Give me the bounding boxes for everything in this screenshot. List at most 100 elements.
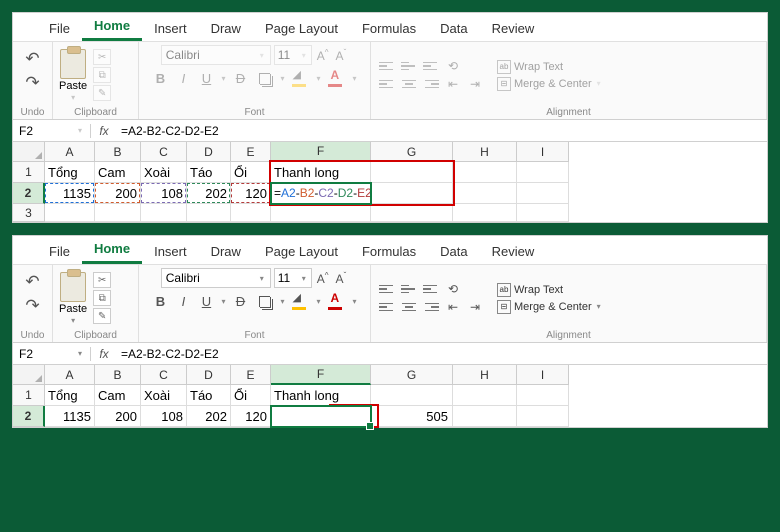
tab-formulas[interactable]: Formulas (350, 16, 428, 41)
fx-button[interactable]: fx (91, 124, 117, 138)
underline-button[interactable]: U (196, 291, 216, 311)
cell-H1[interactable] (453, 162, 517, 183)
cell-D3[interactable] (187, 204, 231, 222)
bold-button[interactable]: B (150, 291, 170, 311)
align-middle-button[interactable] (399, 58, 419, 74)
cell-I3[interactable] (517, 204, 569, 222)
bold-button[interactable]: B (150, 68, 170, 88)
cell-E2[interactable]: 120 (231, 406, 271, 427)
tab-data[interactable]: Data (428, 239, 479, 264)
cut-button[interactable]: ✂ (93, 272, 111, 288)
borders-button[interactable] (253, 68, 275, 88)
italic-button[interactable]: I (173, 291, 193, 311)
column-header-I[interactable]: I (517, 365, 569, 385)
column-header-C[interactable]: C (141, 365, 187, 385)
tab-page-layout[interactable]: Page Layout (253, 16, 350, 41)
cell-G1[interactable] (371, 385, 453, 406)
tab-review[interactable]: Review (480, 16, 547, 41)
cell-E3[interactable] (231, 204, 271, 222)
name-box[interactable]: F2▾ (13, 124, 91, 138)
cell-H2[interactable] (453, 183, 517, 204)
cell-B2[interactable]: 200 (95, 183, 141, 204)
font-size-select[interactable]: 11▾ (274, 45, 312, 65)
column-header-B[interactable]: B (95, 365, 141, 385)
fill-dropdown[interactable]: ▾ (315, 74, 323, 83)
name-box[interactable]: F2▾ (13, 347, 91, 361)
tab-review[interactable]: Review (480, 239, 547, 264)
column-header-A[interactable]: A (45, 142, 95, 162)
cell-F1[interactable]: Thanh long (271, 385, 371, 406)
cell-F3[interactable] (271, 204, 371, 222)
cell-G1[interactable] (371, 162, 453, 183)
cell-F2[interactable]: =A2-B2-C2-D2-E2 (271, 183, 371, 204)
undo-button[interactable]: ↶ (25, 272, 39, 292)
font-color-button[interactable] (326, 291, 348, 311)
cell-D1[interactable]: Táo (187, 162, 231, 183)
cell-G2[interactable] (371, 183, 453, 204)
tab-page-layout[interactable]: Page Layout (253, 239, 350, 264)
copy-button[interactable]: ⧉ (93, 67, 111, 83)
italic-button[interactable]: I (173, 68, 193, 88)
row-header-3[interactable]: 3 (13, 204, 45, 222)
merge-center-button[interactable]: ⊟Merge & Center▾ (497, 77, 603, 91)
cell-H1[interactable] (453, 385, 517, 406)
merge-dropdown[interactable]: ▾ (595, 302, 603, 311)
format-painter-button[interactable]: ✎ (93, 85, 111, 101)
align-top-button[interactable] (377, 58, 397, 74)
cell-C1[interactable]: Xoài (141, 162, 187, 183)
cell-B3[interactable] (95, 204, 141, 222)
borders-button[interactable] (253, 291, 275, 311)
font-size-select[interactable]: 11▾ (274, 268, 312, 288)
column-header-G[interactable]: G (371, 142, 453, 162)
decrease-indent-button[interactable]: ⇤ (443, 76, 463, 92)
borders-dropdown[interactable]: ▾ (278, 297, 286, 306)
cell-A3[interactable] (45, 204, 95, 222)
align-bottom-button[interactable] (421, 281, 441, 297)
cell-A1[interactable]: Tổng (45, 385, 95, 406)
orientation-button[interactable]: ⟲ (443, 281, 463, 297)
redo-button[interactable]: ↷ (25, 296, 39, 316)
font-name-select[interactable]: Calibri▾ (161, 45, 271, 65)
column-header-D[interactable]: D (187, 142, 231, 162)
cell-F1[interactable]: Thanh long (271, 162, 371, 183)
tab-file[interactable]: File (37, 16, 82, 41)
cell-E1[interactable]: Ổi (231, 162, 271, 183)
column-header-I[interactable]: I (517, 142, 569, 162)
borders-dropdown[interactable]: ▾ (278, 74, 286, 83)
wrap-text-button[interactable]: abWrap Text (497, 60, 603, 74)
redo-button[interactable]: ↷ (25, 73, 39, 93)
cell-B1[interactable]: Cam (95, 385, 141, 406)
column-header-E[interactable]: E (231, 365, 271, 385)
column-header-G[interactable]: G (371, 365, 453, 385)
cell-C1[interactable]: Xoài (141, 385, 187, 406)
merge-dropdown[interactable]: ▾ (595, 79, 603, 88)
copy-button[interactable]: ⧉ (93, 290, 111, 306)
fill-color-button[interactable] (290, 68, 312, 88)
cell-I2[interactable] (517, 406, 569, 427)
tab-home[interactable]: Home (82, 236, 142, 264)
fill-handle[interactable] (367, 423, 373, 429)
tab-insert[interactable]: Insert (142, 16, 199, 41)
increase-indent-button[interactable]: ⇥ (465, 299, 485, 315)
column-header-H[interactable]: H (453, 142, 517, 162)
cell-I2[interactable] (517, 183, 569, 204)
cell-A2[interactable]: 1135 (45, 183, 95, 204)
cell-C2[interactable]: 108 (141, 183, 187, 204)
cell-D2[interactable]: 202 (187, 183, 231, 204)
align-left-button[interactable] (377, 76, 397, 92)
cell-E1[interactable]: Ổi (231, 385, 271, 406)
underline-dropdown[interactable]: ▾ (219, 74, 227, 83)
tab-insert[interactable]: Insert (142, 239, 199, 264)
tab-draw[interactable]: Draw (199, 16, 253, 41)
column-header-C[interactable]: C (141, 142, 187, 162)
increase-font-button[interactable]: A^ (315, 48, 331, 63)
tab-file[interactable]: File (37, 239, 82, 264)
grid-body[interactable]: 1TổngCamXoàiTáoỔiThanh long2113520010820… (13, 385, 767, 427)
cell-G3[interactable] (371, 204, 453, 222)
cell-D2[interactable]: 202 (187, 406, 231, 427)
align-right-button[interactable] (421, 76, 441, 92)
decrease-font-button[interactable]: Aˇ (334, 271, 349, 286)
strike-button[interactable]: D (230, 291, 250, 311)
paste-dropdown[interactable]: ▾ (69, 93, 77, 102)
row-header-2[interactable]: 2 (13, 183, 45, 204)
